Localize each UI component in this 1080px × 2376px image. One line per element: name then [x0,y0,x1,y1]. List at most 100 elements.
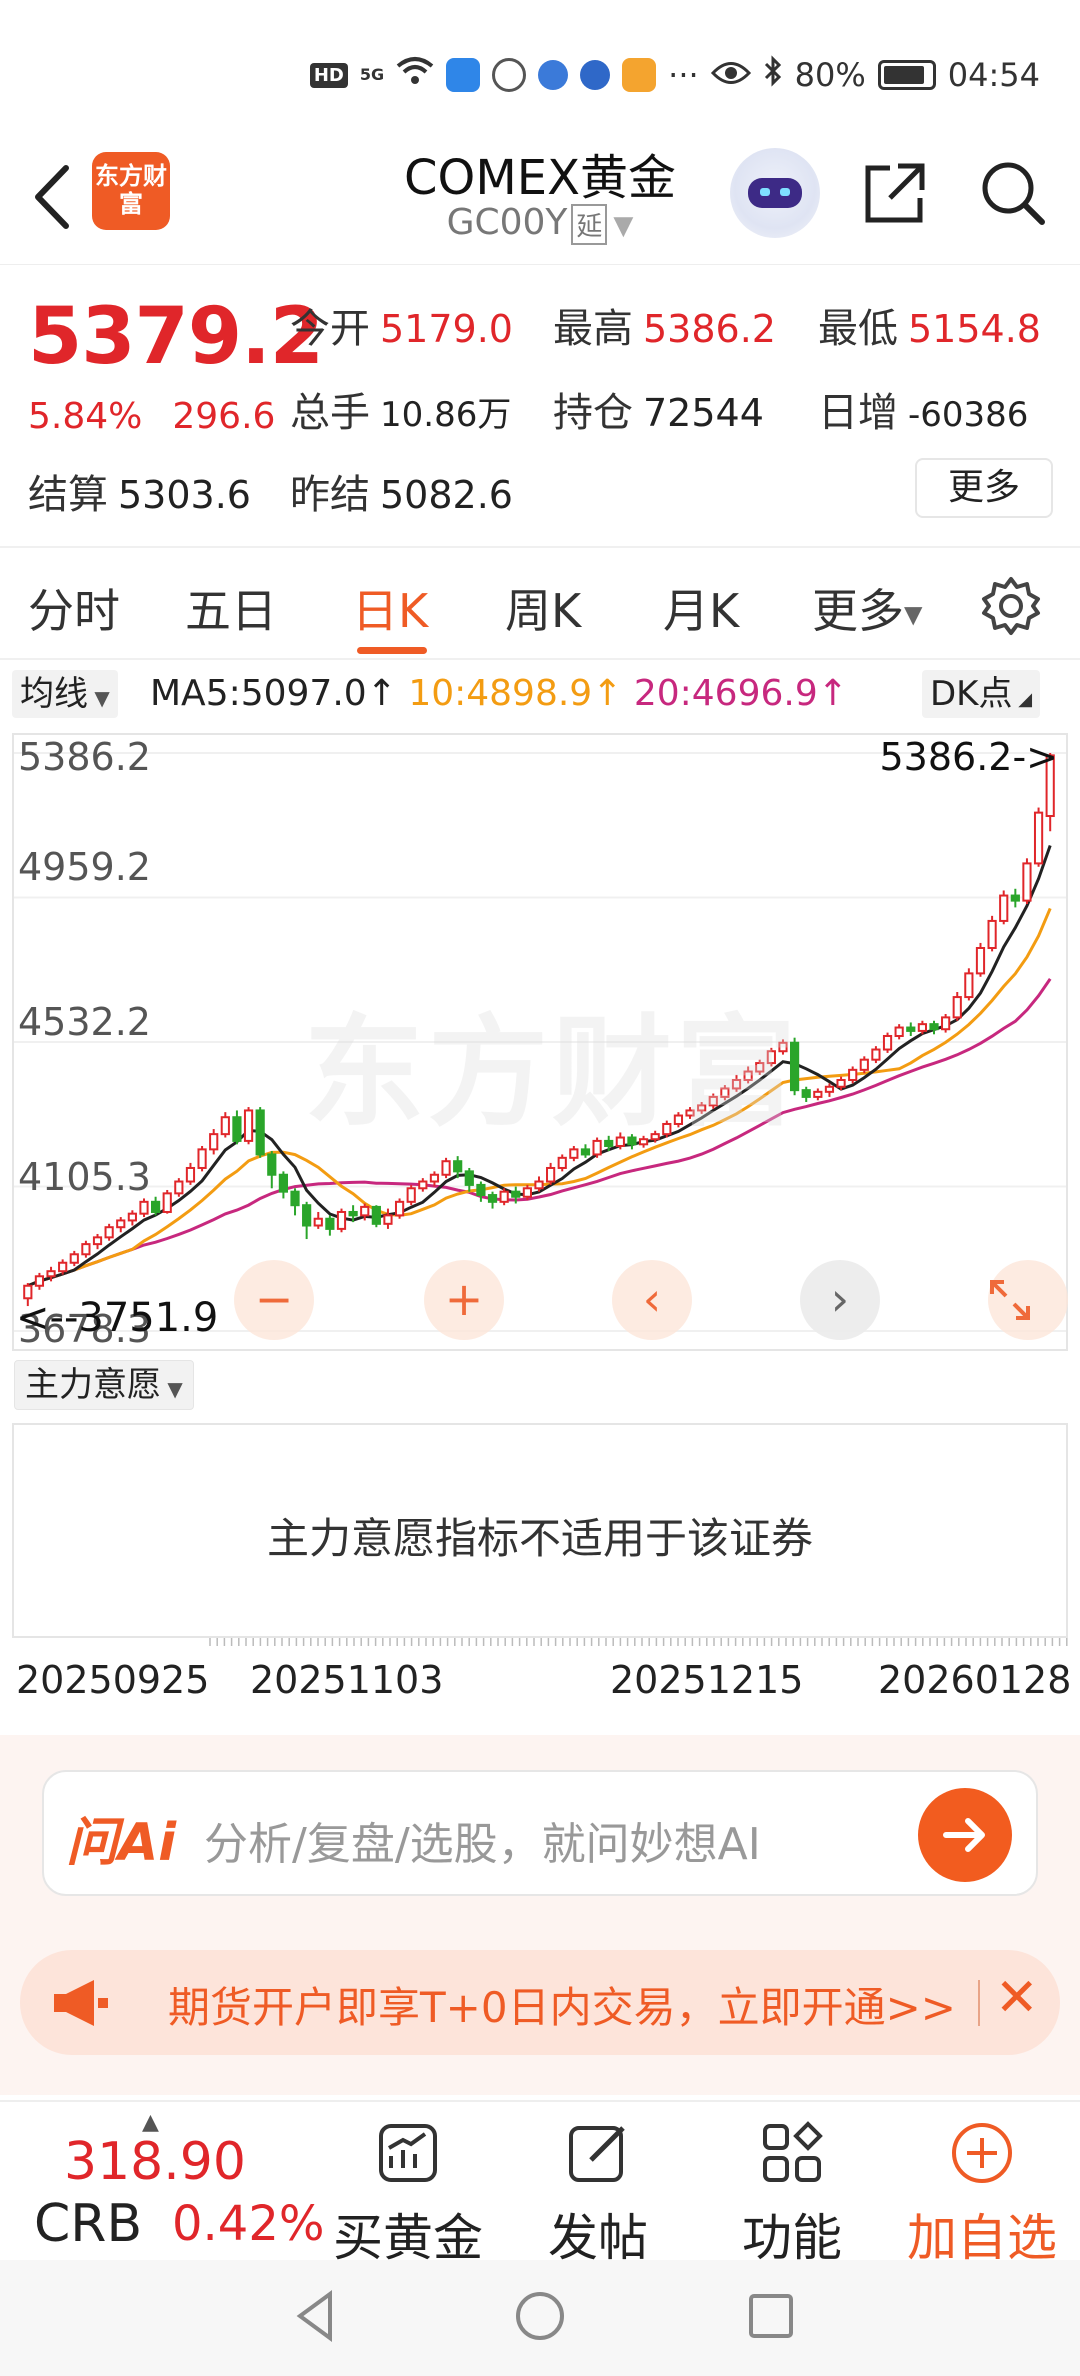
quote-panel: 5379.2 5.84% 296.6 今开 5179.0 最高 5386.2 最低 51… [0,268,1080,548]
expand-icon [990,1280,1030,1320]
candle-body [209,1133,219,1151]
add-watchlist-button[interactable]: 加自选 [902,2112,1062,2270]
prev-settle-label: 昨结 [290,472,370,518]
delay-badge: 延 [571,203,608,245]
open-value: 5179.0 [380,307,513,351]
y-tick-label: 4105.3 [18,1155,151,1199]
daily-inc-value: -60386 [908,395,1029,435]
x-date-label: 20260128 [878,1658,1072,1702]
low-marker-label: <--3751.9 [16,1295,219,1341]
candle-body [34,1275,45,1287]
buy-gold-button[interactable]: 买黄金 [328,2112,488,2270]
candle-body [243,1109,254,1142]
post-button[interactable]: 发帖 [518,2112,678,2270]
nav-home-icon[interactable] [516,2292,564,2340]
dk-corner-icon: ◢ [1012,689,1033,710]
candle-body [964,972,974,999]
tab-intraday[interactable]: 分时 [28,575,120,641]
fullscreen-button[interactable] [988,1260,1068,1340]
functions-button[interactable]: 功能 [712,2112,872,2270]
tab-daily-k[interactable]: 日K [352,575,428,641]
eye-icon [710,56,751,94]
zoom-in-button[interactable]: + [424,1260,504,1340]
candle-body [824,1085,835,1093]
x-axis-ticks [209,1638,1068,1646]
candle-body [534,1180,544,1190]
more-notifications-icon: ··· [668,56,699,94]
candle-body [441,1160,451,1176]
zoom-out-button[interactable]: − [234,1260,314,1340]
candle-body [127,1212,137,1222]
close-promo-button[interactable]: ✕ [995,1968,1039,2028]
candle-body [162,1192,172,1213]
open-label: 今开 [290,306,370,352]
nav-recents-icon[interactable] [749,2294,793,2338]
nav-back-icon[interactable] [296,2290,332,2342]
indicator-caret-icon: ▼ [161,1377,183,1401]
ai-search-box[interactable]: 问Ai 分析/复盘/选股，就问妙想AI [42,1770,1038,1896]
oi-value: 72544 [643,391,764,435]
high-label: 最高 [553,306,633,352]
candle-body [987,919,997,950]
more-quote-button[interactable]: 更多 [915,458,1053,518]
tab-monthly-k[interactable]: 月K [663,575,739,641]
system-nav-bar [0,2260,1080,2376]
robot-face-icon [748,178,802,208]
promo-banner[interactable]: 期货开户即享T+0日内交易，立即开通>> ✕ [20,1950,1060,2055]
arrow-right-icon [943,1818,985,1852]
candle-body [894,1026,904,1037]
candle-body [848,1068,858,1081]
indicator-selector-label: 主力意愿 [25,1365,161,1405]
tab-five-day[interactable]: 五日 [185,575,277,641]
clock-time: 04:54 [947,56,1040,94]
ma-selector[interactable]: 均线 ▼ [12,670,118,718]
candle-body [1022,862,1032,902]
weather-app-icon [446,58,481,92]
change-amount: 296.6 [172,396,276,437]
candle-body [394,1200,405,1217]
crb-value[interactable]: 318.90 [64,2132,246,2192]
search-button[interactable] [978,158,1048,228]
candle-body [975,947,986,975]
kline-chart[interactable]: 东方财富 5386.2 4959.2 4532.2 4105.3 3678.3 … [12,733,1068,1351]
candle-body [499,1190,509,1203]
indicator-selector[interactable]: 主力意愿 ▼ [14,1360,194,1410]
promo-text: 期货开户即享T+0日内交易，立即开通>> [168,1983,956,2032]
share-icon [865,163,925,223]
candle-body [859,1058,869,1071]
tab-weekly-k[interactable]: 周K [505,575,581,641]
scroll-right-button[interactable]: › [800,1260,880,1340]
chart-settings-button[interactable] [980,575,1042,637]
sync-icon [492,58,527,92]
candle-body [220,1116,230,1136]
dk-point-selector[interactable]: DK点 ◢ [922,670,1041,718]
watermark: 东方财富 [304,1004,800,1143]
ma-caret-icon: ▼ [88,686,110,710]
indicator-message: 主力意愿指标不适用于该证券 [266,1514,813,1563]
share-button[interactable] [860,158,930,228]
daily-inc-label: 日增 [818,390,898,436]
candle-body [278,1173,289,1193]
edit-icon [569,2126,625,2182]
x-date-label: 20250925 [16,1658,210,1702]
candle-body [1010,894,1020,902]
candle-body [58,1261,68,1273]
contract-code: GC00Y [446,202,568,243]
candle-body [325,1217,335,1230]
tab-more[interactable]: 更多▼ [812,575,922,641]
active-tab-indicator [357,647,427,654]
ai-robot-avatar[interactable] [730,148,820,238]
ma10-value: 10:4898.9↑ [408,673,623,714]
candle-body [313,1217,323,1227]
scroll-left-button[interactable]: ‹ [612,1260,692,1340]
candle-body [801,1089,811,1098]
ai-submit-button[interactable] [918,1788,1012,1882]
last-price: 5379.2 [28,292,324,382]
status-icons: HD 5G ··· 80% 04:54 [309,52,1040,98]
grid-icon [763,2121,823,2182]
dk-label: DK点 [930,674,1013,714]
ma-values: MA5:5097.0↑ 10:4898.9↑ 20:4696.9↑ [150,670,848,718]
more-caret-icon: ▼ [904,600,923,629]
candle-body [580,1148,591,1156]
y-tick-label: 4959.2 [18,845,151,889]
